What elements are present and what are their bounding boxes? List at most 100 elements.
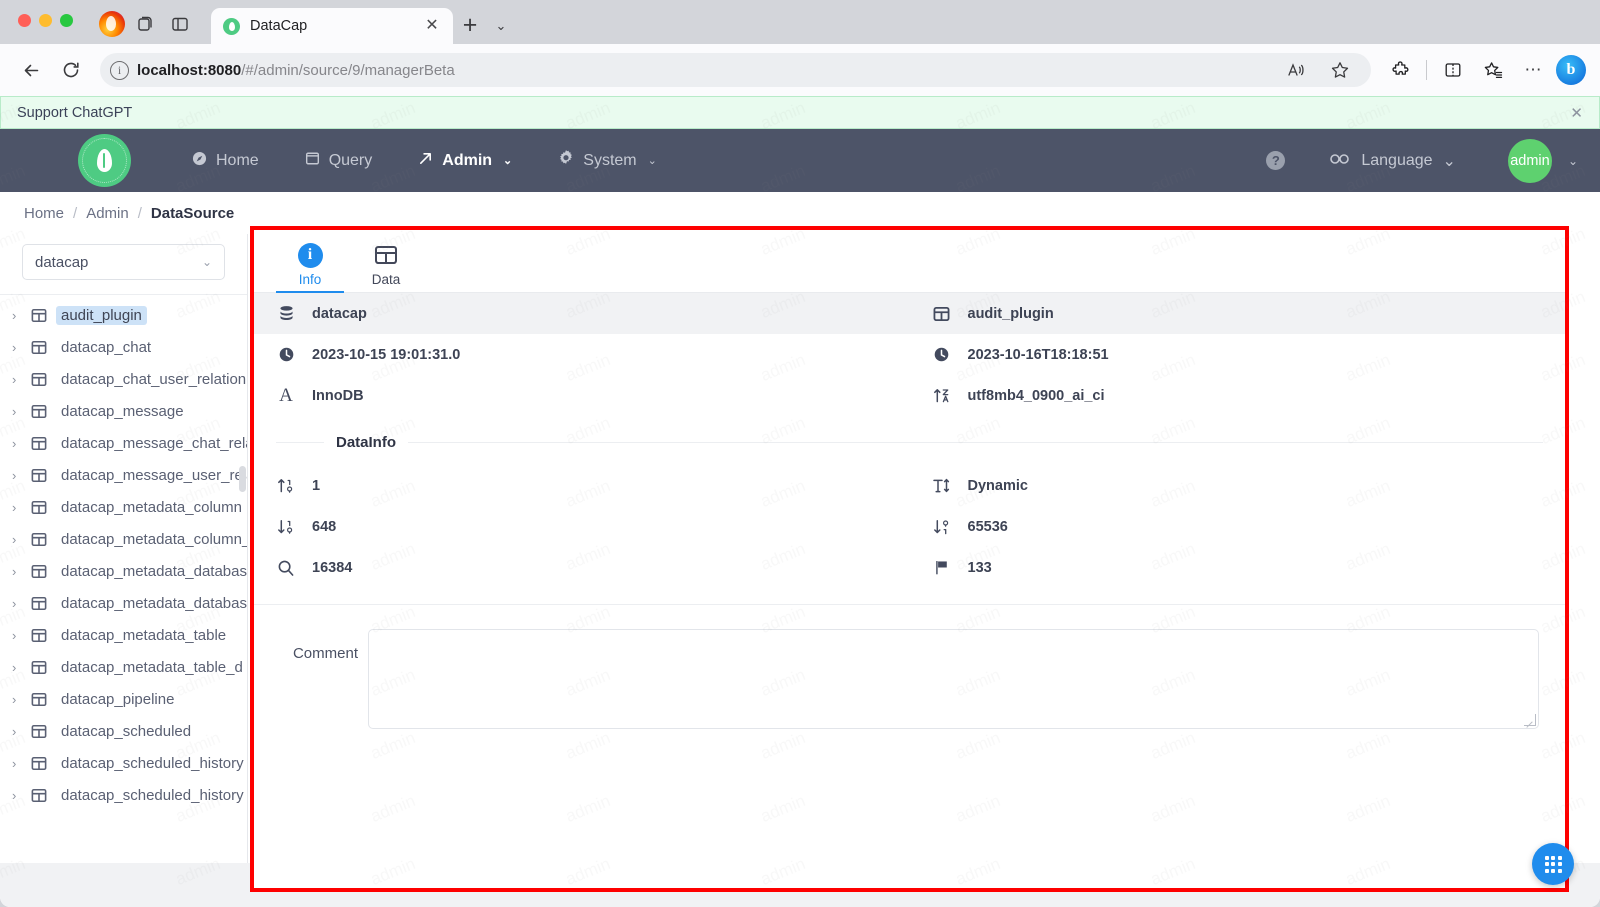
expand-chevron-icon[interactable]: ›	[12, 436, 22, 451]
info-row-value: 2023-10-16T18:18:51	[967, 346, 1109, 363]
datacap-logo-icon[interactable]	[78, 134, 131, 187]
tab-data[interactable]: Data	[348, 242, 424, 292]
tree-item-datacap_metadata_column_[interactable]: › datacap_metadata_column_	[0, 523, 247, 555]
sort-az-icon	[932, 387, 952, 404]
settings-more-icon[interactable]: ⋯	[1516, 53, 1550, 87]
favorite-star-icon[interactable]	[1323, 53, 1357, 87]
chevron-down-icon: ⌄	[1442, 152, 1456, 170]
maximize-window-button[interactable]	[60, 13, 73, 27]
expand-chevron-icon[interactable]: ›	[12, 788, 22, 803]
tree-item-datacap_pipeline[interactable]: › datacap_pipeline	[0, 683, 247, 715]
expand-chevron-icon[interactable]: ›	[12, 500, 22, 515]
toolbar-divider	[1426, 60, 1427, 80]
expand-chevron-icon[interactable]: ›	[12, 532, 22, 547]
info-row-table: audit_plugin	[909, 293, 1565, 334]
expand-chevron-icon[interactable]: ›	[12, 468, 22, 483]
tree-item-datacap_metadata_table_d[interactable]: › datacap_metadata_table_d	[0, 651, 247, 683]
clock-icon	[932, 346, 952, 363]
minimize-window-button[interactable]	[39, 13, 52, 27]
language-selector[interactable]: Language ⌄	[1329, 151, 1456, 171]
expand-chevron-icon[interactable]: ›	[12, 404, 22, 419]
page-body: datacap ⌄ › audit_plugin › datacap_chat › dat…	[0, 226, 1600, 907]
tree-item-datacap_chat_user_relation[interactable]: › datacap_chat_user_relation	[0, 363, 247, 395]
expand-chevron-icon[interactable]: ›	[12, 692, 22, 707]
tree-item-datacap_scheduled_history[interactable]: › datacap_scheduled_history	[0, 779, 247, 811]
close-tab-button[interactable]: ✕	[423, 18, 441, 34]
tree-item-label: datacap_metadata_databas	[61, 594, 247, 612]
table-grid-icon	[31, 628, 47, 643]
tree-item-datacap_chat[interactable]: › datacap_chat	[0, 331, 247, 363]
tree-item-datacap_metadata_databas[interactable]: › datacap_metadata_databas	[0, 587, 247, 619]
tab-stack-icon[interactable]	[129, 7, 163, 41]
nav-item-query[interactable]: Query	[282, 129, 396, 192]
tree-item-datacap_metadata_table[interactable]: › datacap_metadata_table	[0, 619, 247, 651]
tree-item-label: datacap_chat_user_relation	[61, 370, 247, 388]
url-text: localhost:8080/#/admin/source/9/managerB…	[137, 61, 455, 79]
browser-toolbar: i localhost:8080/#/admin/source/9/manage…	[0, 44, 1600, 96]
datasource-select[interactable]: datacap ⌄	[22, 244, 225, 280]
firefox-logo-icon[interactable]	[95, 7, 129, 41]
expand-chevron-icon[interactable]: ›	[12, 756, 22, 771]
breadcrumb-item-home[interactable]: Home	[24, 205, 64, 222]
table-tree[interactable]: › audit_plugin › datacap_chat › datacap_chat_…	[0, 295, 247, 907]
tab-info[interactable]: i Info	[272, 242, 348, 293]
browser-tab-datacap[interactable]: DataCap ✕	[211, 8, 453, 44]
sidebar-toggle-icon[interactable]	[163, 7, 197, 41]
expand-chevron-icon[interactable]: ›	[12, 308, 22, 323]
tab-list-chevron-icon[interactable]: ⌄	[487, 8, 515, 44]
sidebar-scrollbar-thumb[interactable]	[239, 466, 246, 492]
datainfo-row-value: 1	[312, 477, 321, 494]
nav-item-label: Home	[216, 151, 259, 169]
collections-icon[interactable]	[1476, 53, 1510, 87]
user-menu[interactable]: admin ⌄	[1507, 138, 1578, 183]
apps-grid-button[interactable]	[1532, 843, 1574, 885]
datainfo-row-maxdatalength: 65536	[910, 506, 1566, 547]
expand-chevron-icon[interactable]: ›	[12, 596, 22, 611]
tree-item-label: datacap_message_user_rela	[61, 466, 247, 484]
expand-chevron-icon[interactable]: ›	[12, 724, 22, 739]
close-notification-button[interactable]: ✕	[1570, 104, 1583, 122]
table-grid-icon	[31, 660, 47, 675]
resize-handle[interactable]	[1524, 714, 1536, 726]
expand-chevron-icon[interactable]: ›	[12, 564, 22, 579]
extensions-icon[interactable]	[1383, 53, 1417, 87]
comment-input[interactable]	[368, 629, 1539, 729]
read-aloud-icon[interactable]	[1279, 53, 1313, 87]
close-window-button[interactable]	[18, 13, 31, 27]
expand-chevron-icon[interactable]: ›	[12, 372, 22, 387]
sort-ascending-numeric-icon	[276, 477, 296, 494]
datainfo-row-rowformat: Dynamic	[910, 465, 1566, 506]
tree-item-datacap_scheduled[interactable]: › datacap_scheduled	[0, 715, 247, 747]
database-icon	[276, 305, 296, 322]
nav-item-home[interactable]: Home	[169, 129, 282, 192]
browser-window: DataCap ✕ + ⌄ i localhost:8080/#/admin/s…	[0, 0, 1600, 907]
site-info-icon[interactable]: i	[110, 60, 129, 80]
tree-item-datacap_metadata_databas[interactable]: › datacap_metadata_databas	[0, 555, 247, 587]
chevron-down-icon: ⌄	[647, 155, 657, 167]
expand-chevron-icon[interactable]: ›	[12, 340, 22, 355]
datainfo-divider: DataInfo	[254, 434, 1565, 451]
reload-icon[interactable]	[54, 53, 88, 87]
tree-item-label: datacap_message	[61, 402, 184, 420]
datainfo-row-value: 16384	[312, 559, 353, 576]
split-screen-icon[interactable]	[1436, 53, 1470, 87]
tree-item-datacap_scheduled_history[interactable]: › datacap_scheduled_history	[0, 747, 247, 779]
expand-chevron-icon[interactable]: ›	[12, 628, 22, 643]
new-tab-button[interactable]: +	[453, 8, 487, 44]
tree-item-datacap_message_user_rela[interactable]: › datacap_message_user_rela	[0, 459, 247, 491]
info-row-updated: 2023-10-16T18:18:51	[910, 334, 1566, 375]
breadcrumb-item-admin[interactable]: Admin	[86, 205, 129, 222]
expand-chevron-icon[interactable]: ›	[12, 660, 22, 675]
info-row-database: datacap	[254, 293, 910, 334]
address-bar[interactable]: i localhost:8080/#/admin/source/9/manage…	[100, 53, 1371, 87]
bing-copilot-icon[interactable]: b	[1556, 55, 1586, 85]
language-label: Language	[1361, 151, 1433, 169]
tree-item-datacap_message_chat_rela[interactable]: › datacap_message_chat_rela	[0, 427, 247, 459]
nav-item-system[interactable]: System ⌄	[535, 129, 680, 192]
nav-item-admin[interactable]: Admin ⌄	[395, 129, 535, 192]
back-arrow-icon[interactable]	[14, 53, 48, 87]
tree-item-datacap_metadata_column[interactable]: › datacap_metadata_column	[0, 491, 247, 523]
tree-item-audit_plugin[interactable]: › audit_plugin	[0, 299, 247, 331]
help-icon[interactable]: ?	[1266, 151, 1286, 170]
tree-item-datacap_message[interactable]: › datacap_message	[0, 395, 247, 427]
